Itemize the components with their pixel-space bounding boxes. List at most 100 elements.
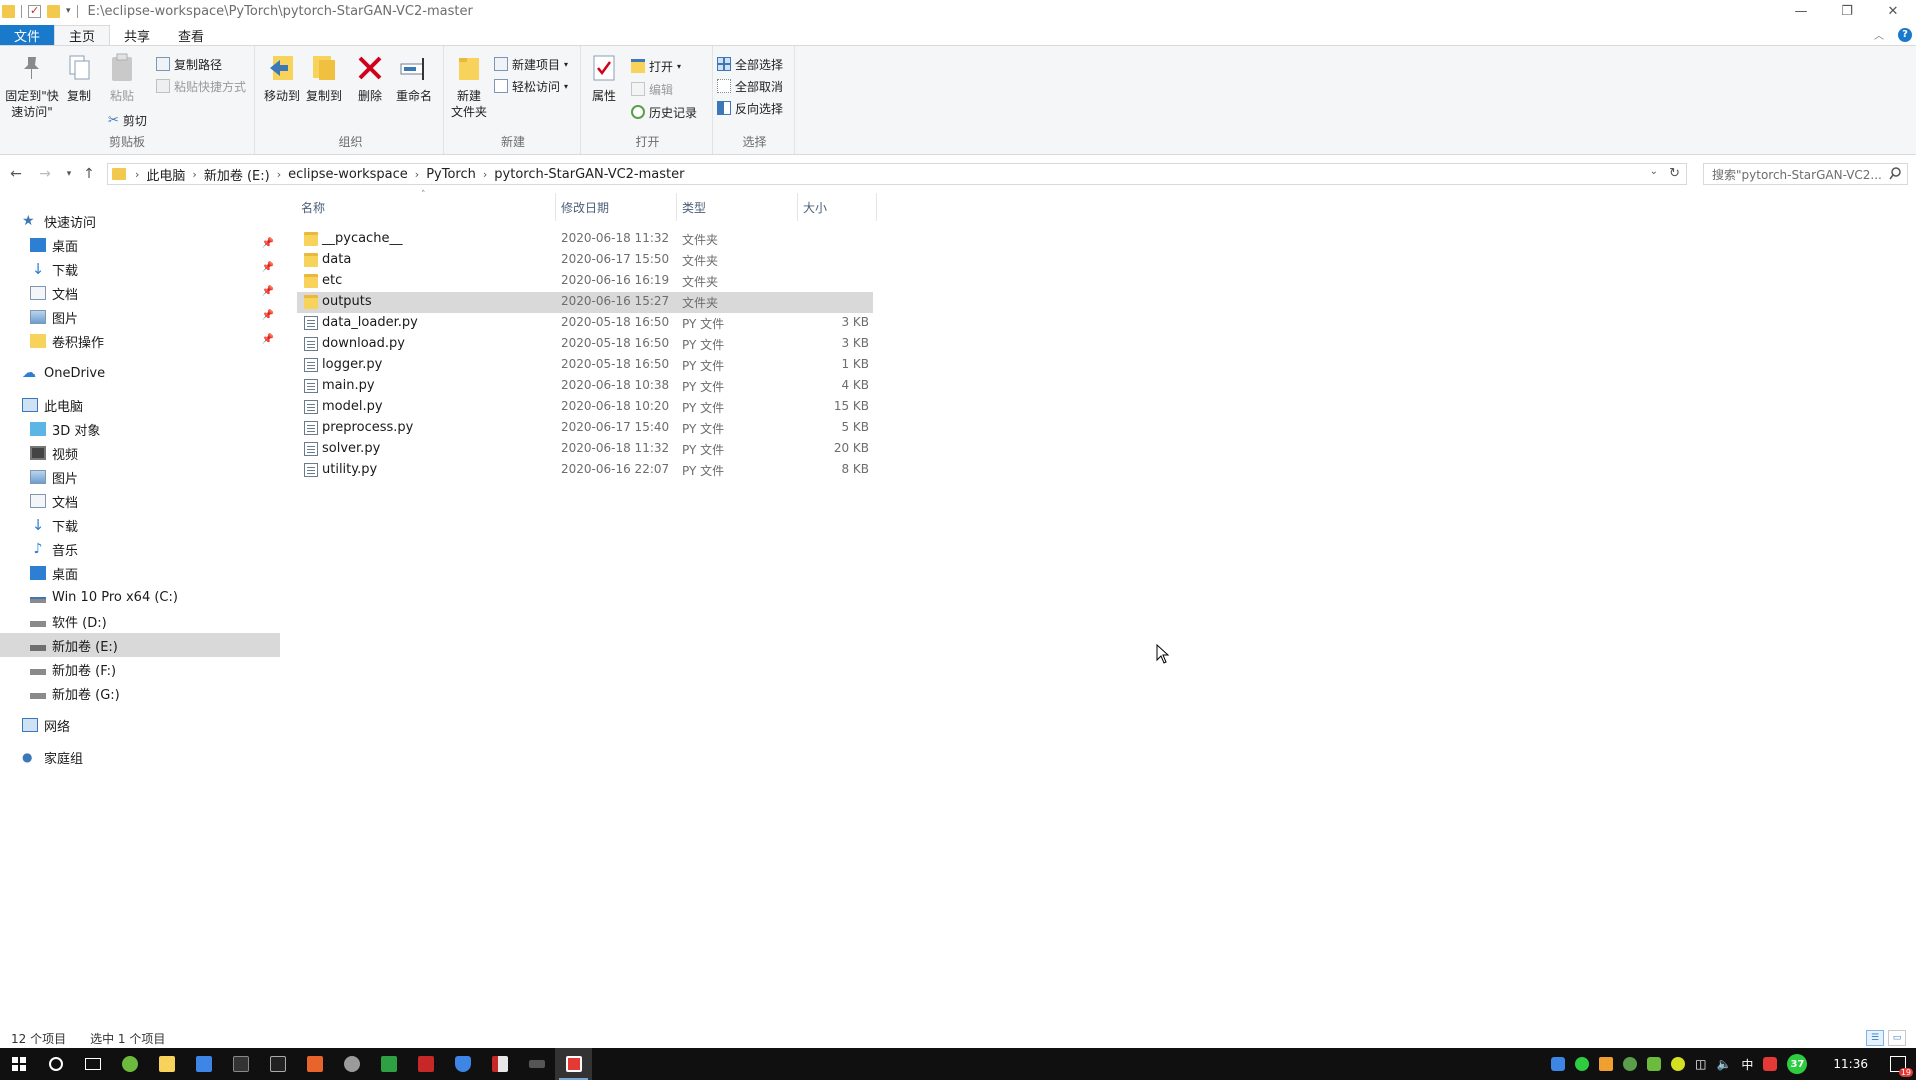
refresh-icon[interactable]: ↻ — [1669, 166, 1680, 181]
chevron-right-icon[interactable]: › — [189, 168, 199, 181]
sidebar-item-drive-g[interactable]: 新加卷 (G:) — [0, 681, 280, 705]
search-input[interactable]: 搜索"pytorch-StarGAN-VC2... — [1703, 163, 1908, 185]
plus-icon[interactable] — [1671, 1057, 1686, 1071]
badge-counter[interactable]: 37 — [1787, 1054, 1808, 1074]
sidebar-item-drive-f[interactable]: 新加卷 (F:) — [0, 657, 280, 681]
office-app-icon[interactable] — [296, 1048, 333, 1080]
copy-button[interactable]: 复制 — [63, 52, 95, 104]
paste-shortcut-button[interactable]: 粘贴快捷方式 — [156, 76, 246, 96]
cut-button[interactable]: ✂ 剪切 — [108, 110, 147, 130]
sidebar-item-network[interactable]: 网络 — [0, 713, 280, 737]
back-arrow-icon[interactable]: ← — [5, 163, 27, 185]
media-app-icon[interactable] — [481, 1048, 518, 1080]
move-to-button[interactable]: 移动到 — [262, 52, 302, 104]
messenger-app-icon[interactable] — [185, 1048, 222, 1080]
breadcrumb-this-pc[interactable]: 此电脑 — [142, 165, 189, 184]
properties-icon[interactable] — [28, 4, 41, 18]
wifi-icon[interactable]: ◫ — [1695, 1057, 1706, 1071]
forward-arrow-icon[interactable]: → — [34, 163, 56, 185]
breadcrumb-eclipse-workspace[interactable]: eclipse-workspace — [284, 167, 412, 182]
sidebar-item-documents-pc[interactable]: 文档 — [0, 489, 280, 513]
start-button-icon[interactable] — [0, 1048, 37, 1080]
security-app-icon[interactable] — [444, 1048, 481, 1080]
column-header-name[interactable]: 名称 — [297, 193, 556, 221]
cmd-app-icon[interactable] — [259, 1048, 296, 1080]
pin-icon[interactable]: 📌 — [262, 286, 274, 297]
action-center-icon[interactable]: 19 — [1890, 1056, 1913, 1077]
close-icon[interactable]: ✕ — [1870, 0, 1916, 22]
new-item-button[interactable]: 新建项目 ▾ — [494, 54, 568, 74]
copy-path-button[interactable]: 复制路径 — [156, 54, 222, 74]
table-row[interactable]: data 2020-06-17 15:50 文件夹 — [297, 250, 873, 271]
recorder-app-icon[interactable] — [555, 1048, 592, 1080]
pin-icon[interactable]: 📌 — [262, 310, 274, 321]
table-row[interactable]: main.py 2020-06-18 10:38 PY 文件 4 KB — [297, 376, 873, 397]
select-none-button[interactable]: 全部取消 — [717, 76, 783, 96]
history-button[interactable]: 历史记录 — [631, 102, 697, 122]
table-row[interactable]: preprocess.py 2020-06-17 15:40 PY 文件 5 KB — [297, 418, 873, 439]
terminal-app-icon[interactable] — [222, 1048, 259, 1080]
sidebar-item-desktop-pc[interactable]: 桌面 — [0, 561, 280, 585]
properties-button[interactable]: 属性 — [589, 52, 619, 104]
up-arrow-icon[interactable]: ↑ — [78, 163, 100, 185]
sidebar-item-pictures[interactable]: 图片 📌 — [0, 305, 280, 329]
volume-icon[interactable]: 🔈 — [1716, 1057, 1731, 1071]
table-row[interactable]: model.py 2020-06-18 10:20 PY 文件 15 KB — [297, 397, 873, 418]
breadcrumb-drive-e[interactable]: 新加卷 (E:) — [200, 165, 274, 184]
table-row[interactable]: etc 2020-06-16 16:19 文件夹 — [297, 271, 873, 292]
copy-to-button[interactable]: 复制到 — [304, 52, 344, 104]
sidebar-item-videos[interactable]: 视频 — [0, 441, 280, 465]
paint-app-icon[interactable] — [333, 1048, 370, 1080]
tab-view[interactable]: 查看 — [164, 25, 218, 45]
sidebar-item-convolution[interactable]: 卷积操作 📌 — [0, 329, 280, 353]
tab-file[interactable]: 文件 — [0, 25, 55, 45]
address-dropdown-icon[interactable]: ⌄ — [1650, 166, 1658, 177]
sidebar-item-music[interactable]: ♪ 音乐 — [0, 537, 280, 561]
rename-button[interactable]: 重命名 — [392, 52, 436, 104]
column-header-size[interactable]: 大小 — [799, 193, 877, 221]
pdf-app-icon[interactable] — [407, 1048, 444, 1080]
paste-button[interactable]: 粘贴 — [104, 52, 140, 104]
help-icon[interactable]: ? — [1898, 27, 1912, 42]
table-row[interactable]: download.py 2020-05-18 16:50 PY 文件 3 KB — [297, 334, 873, 355]
edit-button[interactable]: 编辑 — [631, 79, 673, 99]
browser-app-icon[interactable] — [111, 1048, 148, 1080]
minimize-icon[interactable]: — — [1778, 0, 1824, 22]
shield-icon[interactable] — [1551, 1057, 1566, 1071]
column-header-type[interactable]: 类型 — [678, 193, 798, 221]
open-button[interactable]: 打开 ▾ — [631, 56, 681, 76]
sidebar-item-drive-d[interactable]: 软件 (D:) — [0, 609, 280, 633]
pin-quick-access-button[interactable]: 固定到"快 速访问" — [4, 52, 60, 120]
large-icons-view-icon[interactable]: ▭ — [1888, 1030, 1906, 1046]
table-row[interactable]: utility.py 2020-06-16 22:07 PY 文件 8 KB — [297, 460, 873, 481]
table-row[interactable]: logger.py 2020-05-18 16:50 PY 文件 1 KB — [297, 355, 873, 376]
breadcrumb-pytorch[interactable]: PyTorch — [422, 167, 480, 182]
table-row[interactable]: __pycache__ 2020-06-18 11:32 文件夹 — [297, 229, 873, 250]
customize-toolbar-icon[interactable]: ▾ — [66, 6, 71, 16]
input-method-icon[interactable] — [1763, 1057, 1778, 1071]
file-explorer-app-icon[interactable] — [148, 1048, 185, 1080]
sync-icon[interactable] — [1623, 1057, 1638, 1071]
column-header-date[interactable]: 修改日期 — [557, 193, 677, 221]
sidebar-item-documents[interactable]: 文档 📌 — [0, 281, 280, 305]
antivirus-icon[interactable] — [1647, 1057, 1662, 1071]
recent-locations-icon[interactable]: ▾ — [58, 163, 80, 185]
task-view-icon[interactable] — [74, 1048, 111, 1080]
sidebar-item-this-pc[interactable]: 此电脑 — [0, 393, 280, 417]
ime-indicator[interactable]: 中 — [1741, 1056, 1753, 1073]
sidebar-item-homegroup[interactable]: ● 家庭组 — [0, 745, 280, 769]
pin-icon[interactable]: 📌 — [262, 334, 274, 345]
chevron-right-icon[interactable]: › — [480, 168, 490, 181]
video-app-icon[interactable] — [518, 1048, 555, 1080]
sidebar-item-downloads-pc[interactable]: ↓ 下载 — [0, 513, 280, 537]
sidebar-item-3d-objects[interactable]: 3D 对象 — [0, 417, 280, 441]
sidebar-item-pictures-pc[interactable]: 图片 — [0, 465, 280, 489]
collapse-ribbon-icon[interactable]: ︿ — [1874, 27, 1884, 42]
tab-share[interactable]: 共享 — [110, 25, 164, 45]
sidebar-item-quick-access[interactable]: ★ 快速访问 — [0, 209, 280, 233]
new-folder-button[interactable]: 新建 文件夹 — [450, 52, 488, 120]
address-bar[interactable]: › 此电脑 › 新加卷 (E:) › eclipse-workspace › P… — [107, 163, 1687, 185]
table-row[interactable]: data_loader.py 2020-05-18 16:50 PY 文件 3 KB — [297, 313, 873, 334]
pin-icon[interactable]: 📌 — [262, 262, 274, 273]
select-all-button[interactable]: 全部选择 — [717, 54, 783, 74]
